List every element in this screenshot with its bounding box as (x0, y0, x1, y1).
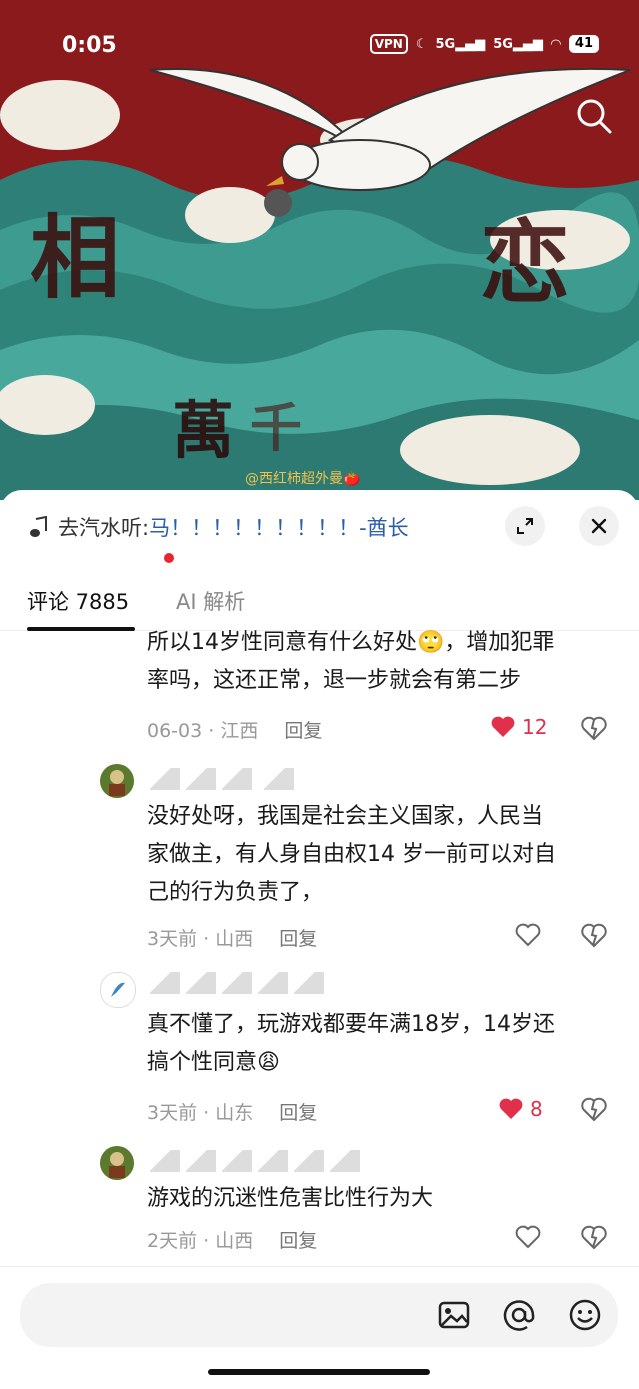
comment-meta: 2天前 · 山西 回复 (147, 1230, 318, 1252)
comment-meta: 06-03 · 江西 回复 (147, 720, 323, 742)
mention-icon[interactable] (501, 1297, 537, 1333)
heart-filled-icon (491, 716, 515, 737)
avatar[interactable] (100, 1146, 134, 1180)
like-count: 8 (530, 1097, 543, 1121)
comment-text: 游戏的沉迷性危害比性行为大 (147, 1186, 434, 1211)
artwork-calligraphy: 相 (30, 205, 120, 311)
active-tab-indicator (27, 627, 135, 631)
notification-dot (164, 553, 174, 563)
reply-button[interactable]: 回复 (284, 720, 322, 742)
image-icon[interactable] (436, 1297, 472, 1333)
home-indicator[interactable] (208, 1369, 430, 1375)
comment-meta: 3天前 · 山东 回复 (147, 1102, 318, 1124)
tab-comments[interactable]: 评论 7885 (27, 586, 129, 616)
avatar[interactable] (100, 764, 134, 798)
search-button[interactable] (572, 94, 616, 138)
avatar[interactable] (100, 972, 136, 1008)
username-redacted (150, 1150, 360, 1172)
close-button[interactable] (579, 506, 619, 546)
wifi-icon: ◠ (550, 36, 561, 52)
heart-filled-icon (499, 1098, 523, 1119)
vpn-badge: VPN (369, 34, 408, 54)
comment-sheet: 去汽水听: 马！！！！！！！！！-酋长 评论 7885 AI 解析 所以14岁性… (0, 490, 639, 1389)
comment-text: 所以14岁性同意有什么好处🙄，增加犯罪 率吗，这还正常，退一步就会有第二步 (147, 630, 555, 693)
artwork-calligraphy: 萬 (172, 394, 235, 467)
comment-input[interactable] (20, 1283, 618, 1347)
status-bar: 0:05 VPN ☾ 5G▂▄▆ 5G▂▄▆ ◠ 41 (0, 0, 639, 60)
comment-text: 没好处呀，我国是社会主义国家，人民当 家做主，有人身自由权14 岁一前可以对自 … (147, 804, 556, 905)
dislike-icon[interactable] (580, 714, 608, 742)
comment-text: 真不懂了，玩游戏都要年满18岁，14岁还 搞个性同意😩 (147, 1012, 555, 1075)
heart-outline-icon[interactable] (514, 922, 542, 948)
username-redacted (150, 768, 294, 790)
music-note-icon (30, 516, 47, 537)
dislike-icon[interactable] (580, 921, 608, 949)
expand-icon (517, 518, 533, 534)
reply-button[interactable]: 回复 (279, 1102, 317, 1124)
album-artwork: 相 恋 萬 千 @西红柿超外曼🍅 0:05 VPN ☾ 5G▂▄▆ 5G▂▄▆ … (0, 0, 639, 500)
status-time: 0:05 (62, 33, 117, 58)
like-button[interactable]: 12 (490, 715, 547, 739)
input-placeholder-redacted (40, 1302, 240, 1326)
expand-button[interactable] (505, 506, 545, 546)
signal-5g-icon: 5G▂▄▆ (493, 36, 543, 52)
heart-outline-icon[interactable] (514, 1224, 542, 1250)
username-redacted (150, 972, 324, 994)
artwork-calligraphy: 恋 (480, 210, 570, 316)
emoji-icon[interactable] (567, 1297, 603, 1333)
moon-icon: ☾ (415, 36, 428, 52)
divider (0, 1266, 639, 1267)
tab-ai-analysis[interactable]: AI 解析 (176, 586, 245, 616)
reply-button[interactable]: 回复 (279, 928, 317, 950)
search-icon (577, 99, 612, 134)
music-prefix: 去汽水听: (58, 516, 150, 540)
dislike-icon[interactable] (580, 1223, 608, 1251)
music-link[interactable]: 去汽水听: 马！！！！！！！！！-酋长 (28, 512, 409, 542)
artwork-calligraphy: 千 (250, 398, 303, 459)
signal-5g-icon: 5G▂▄▆ (435, 36, 486, 52)
music-title[interactable]: 马！！！！！！！！！-酋长 (149, 512, 409, 542)
close-icon (591, 518, 607, 534)
artwork-watermark: @西红柿超外曼🍅 (245, 471, 361, 487)
reply-button[interactable]: 回复 (279, 1230, 317, 1252)
like-button[interactable]: 8 (498, 1097, 543, 1121)
status-indicators: VPN ☾ 5G▂▄▆ 5G▂▄▆ ◠ 41 (369, 34, 599, 54)
comment-meta: 3天前 · 山西 回复 (147, 928, 318, 950)
battery-indicator: 41 (568, 35, 599, 53)
like-count: 12 (522, 715, 548, 739)
dislike-icon[interactable] (580, 1095, 608, 1123)
